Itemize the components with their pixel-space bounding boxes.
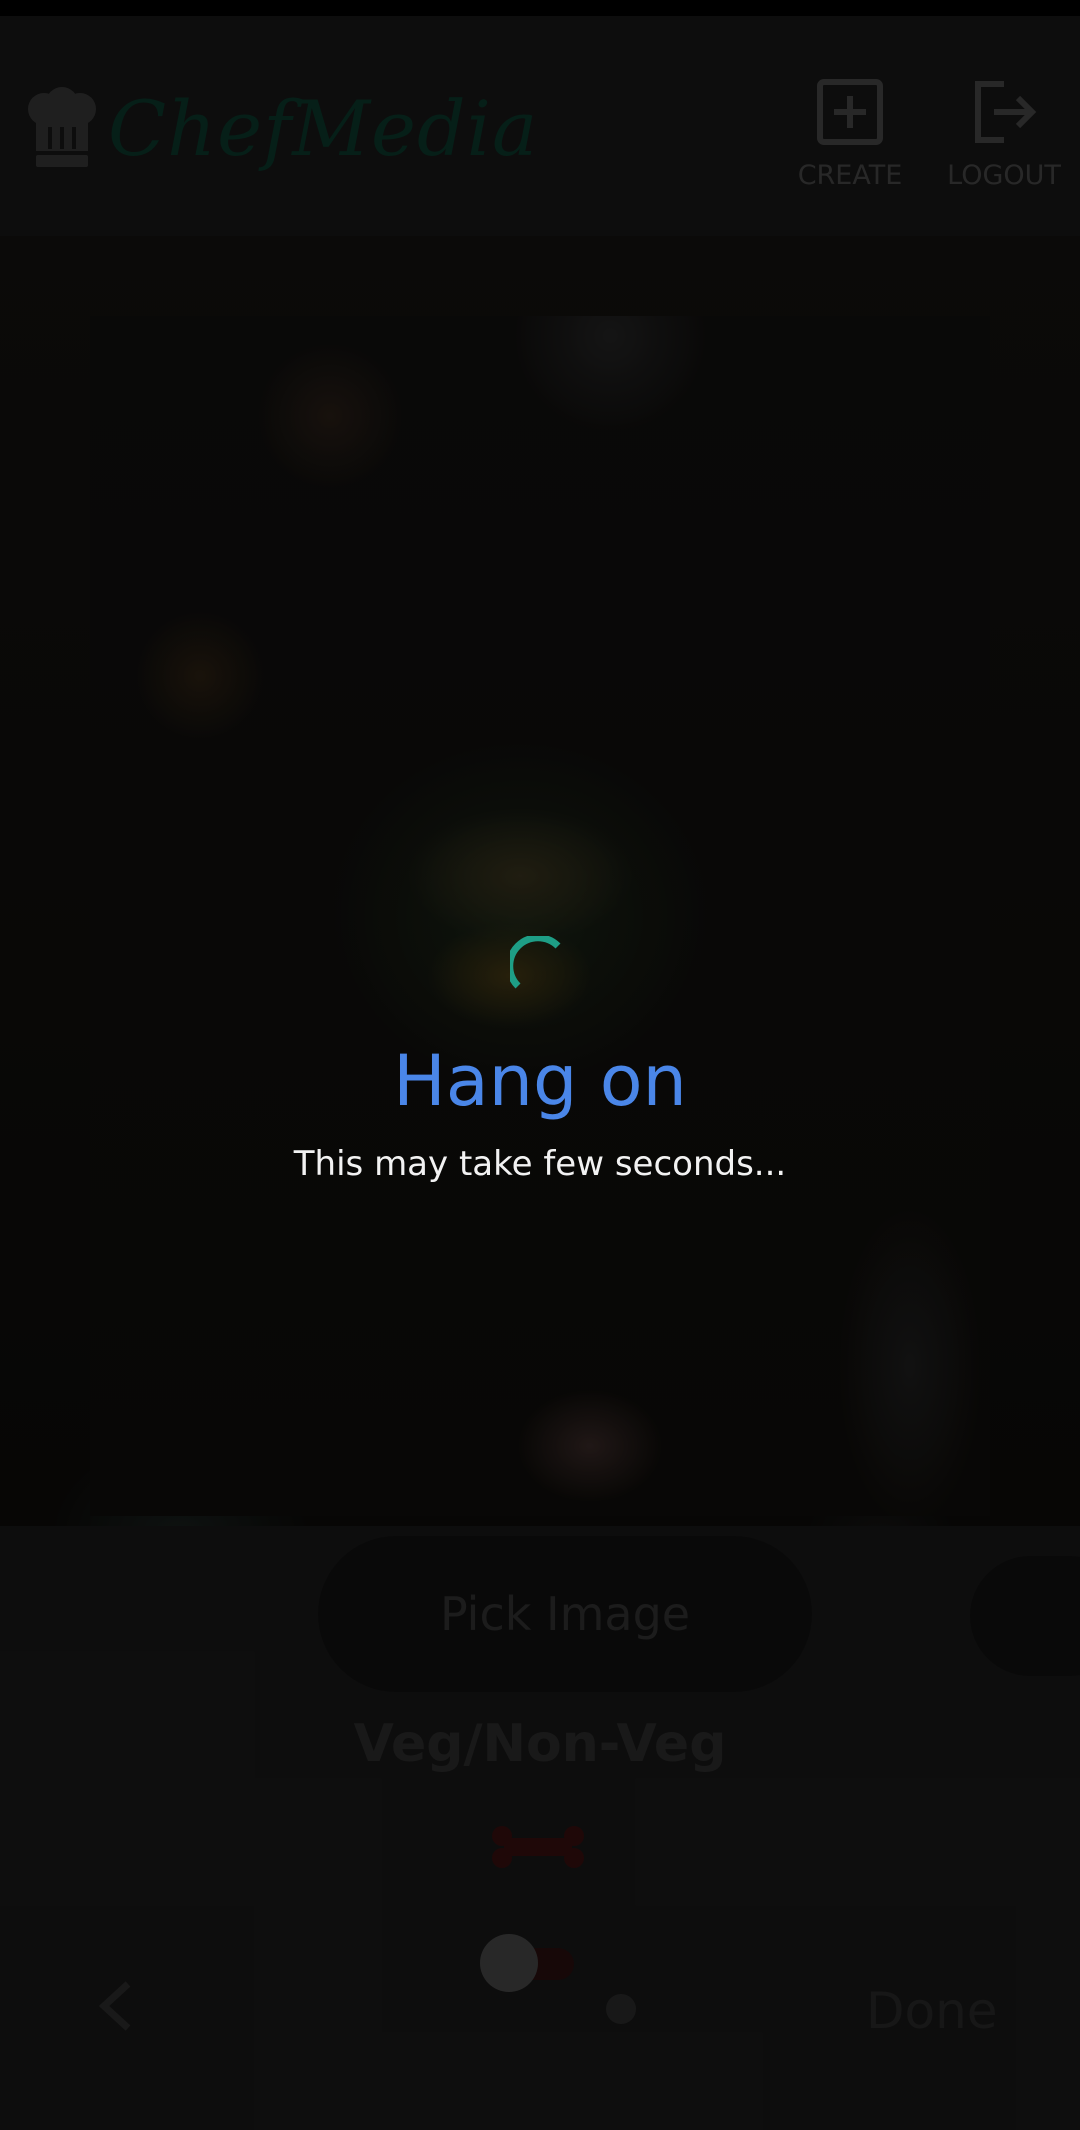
loading-dialog: Hang on This may take few seconds... <box>0 936 1080 1184</box>
loading-subtitle: This may take few seconds... <box>293 1144 787 1184</box>
loading-title: Hang on <box>393 1040 687 1122</box>
loading-spinner-icon <box>510 936 561 989</box>
screen: ChefMedia CREATE LOGOUT Pick Image Veg/N… <box>0 0 1080 2130</box>
